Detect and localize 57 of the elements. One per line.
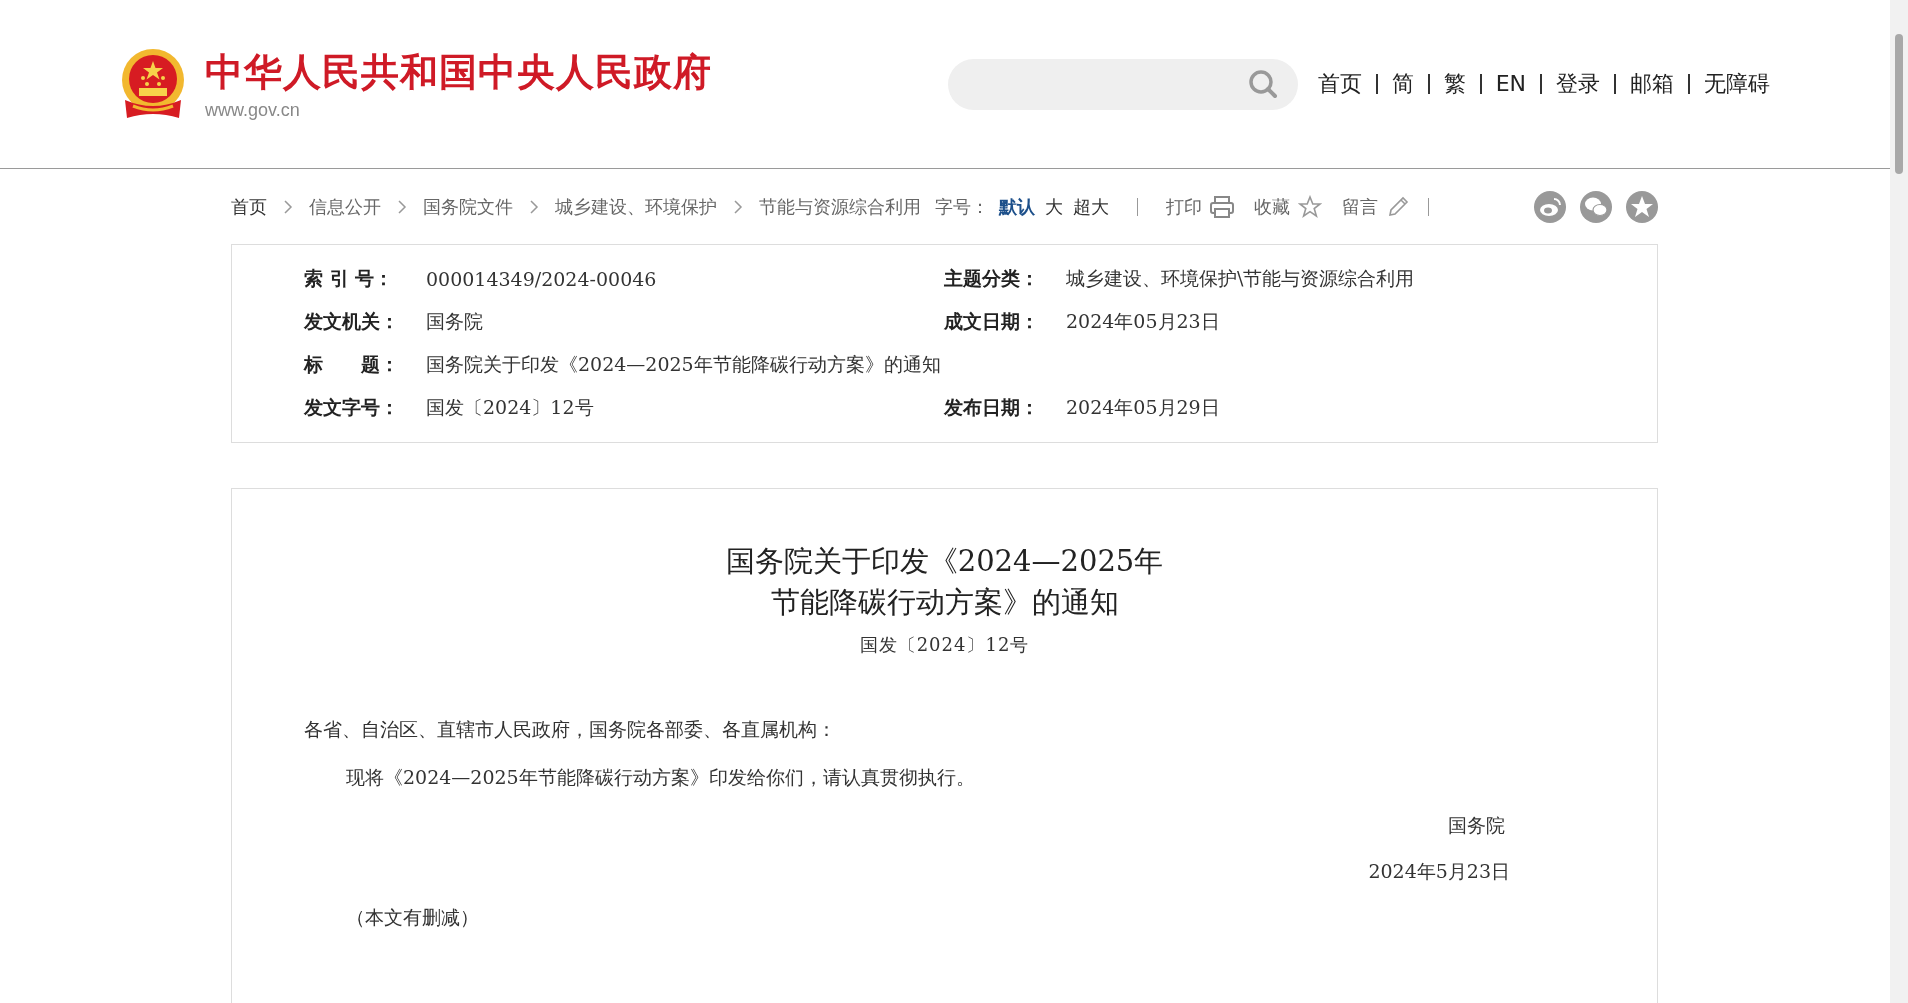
chevron-icon (529, 198, 539, 215)
font-size-option[interactable]: 超大 (1073, 194, 1109, 219)
site-url: www.gov.cn (205, 100, 301, 121)
document-title: 国务院关于印发《2024—2025年 (725, 543, 1164, 580)
font-size-option[interactable]: 大 (1045, 194, 1063, 219)
star-badge-icon[interactable] (1626, 190, 1658, 223)
field-label: 成文日期： (944, 309, 1040, 334)
nav-link[interactable]: 邮箱 (1614, 74, 1688, 94)
field-value: 国务院关于印发《2024—2025年节能降碳行动方案》的通知 (426, 352, 942, 377)
tool-link[interactable]: 打印 (1166, 194, 1234, 219)
nav-link[interactable]: 首页 (1317, 69, 1376, 99)
field-value: 城乡建设、环境保护\节能与资源综合利用 (1066, 266, 1416, 291)
field-label: 发布日期： (944, 395, 1040, 420)
salutation: 各省、自治区、直辖市人民政府，国务院各部委、各直属机构： (304, 717, 837, 742)
breadcrumb-link[interactable]: 首页 (231, 194, 267, 219)
font-size-option[interactable]: 默认 (999, 194, 1035, 219)
search-field[interactable] (947, 58, 1298, 110)
document-title: 节能降碳行动方案》的通知 (770, 584, 1119, 621)
editor-note: （本文有删减） (346, 905, 480, 930)
chevron-icon (397, 198, 407, 215)
tool-link[interactable]: 收藏 (1254, 194, 1322, 219)
scrollbar[interactable] (1890, 0, 1908, 1003)
nav-link[interactable]: EN (1479, 74, 1540, 94)
search-icon[interactable] (1247, 69, 1278, 99)
field-label: 发文机关： (304, 309, 400, 334)
emblem-logo[interactable] (119, 48, 187, 120)
field-value: 国务院 (426, 309, 484, 334)
breadcrumb-link[interactable]: 信息公开 (309, 194, 381, 219)
font-size-label: 字号： (935, 194, 989, 219)
nav-link[interactable]: 繁 (1427, 74, 1480, 94)
pencil-icon (1386, 194, 1410, 219)
signature: 国务院 (1448, 813, 1505, 838)
field-value: 2024年05月29日 (1066, 395, 1221, 420)
breadcrumb-link[interactable]: 国务院文件 (423, 194, 513, 219)
signature-date: 2024年5月23日 (1368, 859, 1510, 884)
field-label: 发文字号： (304, 395, 400, 420)
document-number: 国发〔2024〕12号 (859, 633, 1030, 657)
nav-link[interactable]: 简 (1375, 74, 1428, 94)
chevron-icon (733, 198, 743, 215)
field-value: 000014349/2024-00046 (426, 268, 658, 290)
swirl-icon[interactable] (1534, 190, 1566, 223)
body-paragraph: 现将《2024—2025年节能降碳行动方案》印发给你们，请认真贯彻执行。 (346, 765, 976, 790)
site-title[interactable]: 中华人民共和国中央人民政府 (205, 47, 712, 98)
field-label: 主题分类： (944, 266, 1040, 291)
breadcrumb-link[interactable]: 城乡建设、环境保护 (555, 194, 717, 219)
speech-bubbles-icon[interactable] (1580, 190, 1612, 223)
printer-icon (1210, 194, 1234, 219)
field-value: 国发〔2024〕12号 (426, 395, 595, 420)
tool-link[interactable]: 留言 (1342, 194, 1410, 219)
breadcrumb-link[interactable]: 节能与资源综合利用 (759, 194, 921, 219)
chevron-icon (283, 198, 293, 215)
nav-link[interactable]: 登录 (1540, 74, 1614, 94)
nav-link[interactable]: 无障碍 (1688, 74, 1770, 94)
field-value: 2024年05月23日 (1066, 309, 1221, 334)
field-label: 标 题： (304, 352, 400, 377)
star-icon (1298, 194, 1322, 219)
field-label: 索 引 号： (304, 266, 395, 291)
